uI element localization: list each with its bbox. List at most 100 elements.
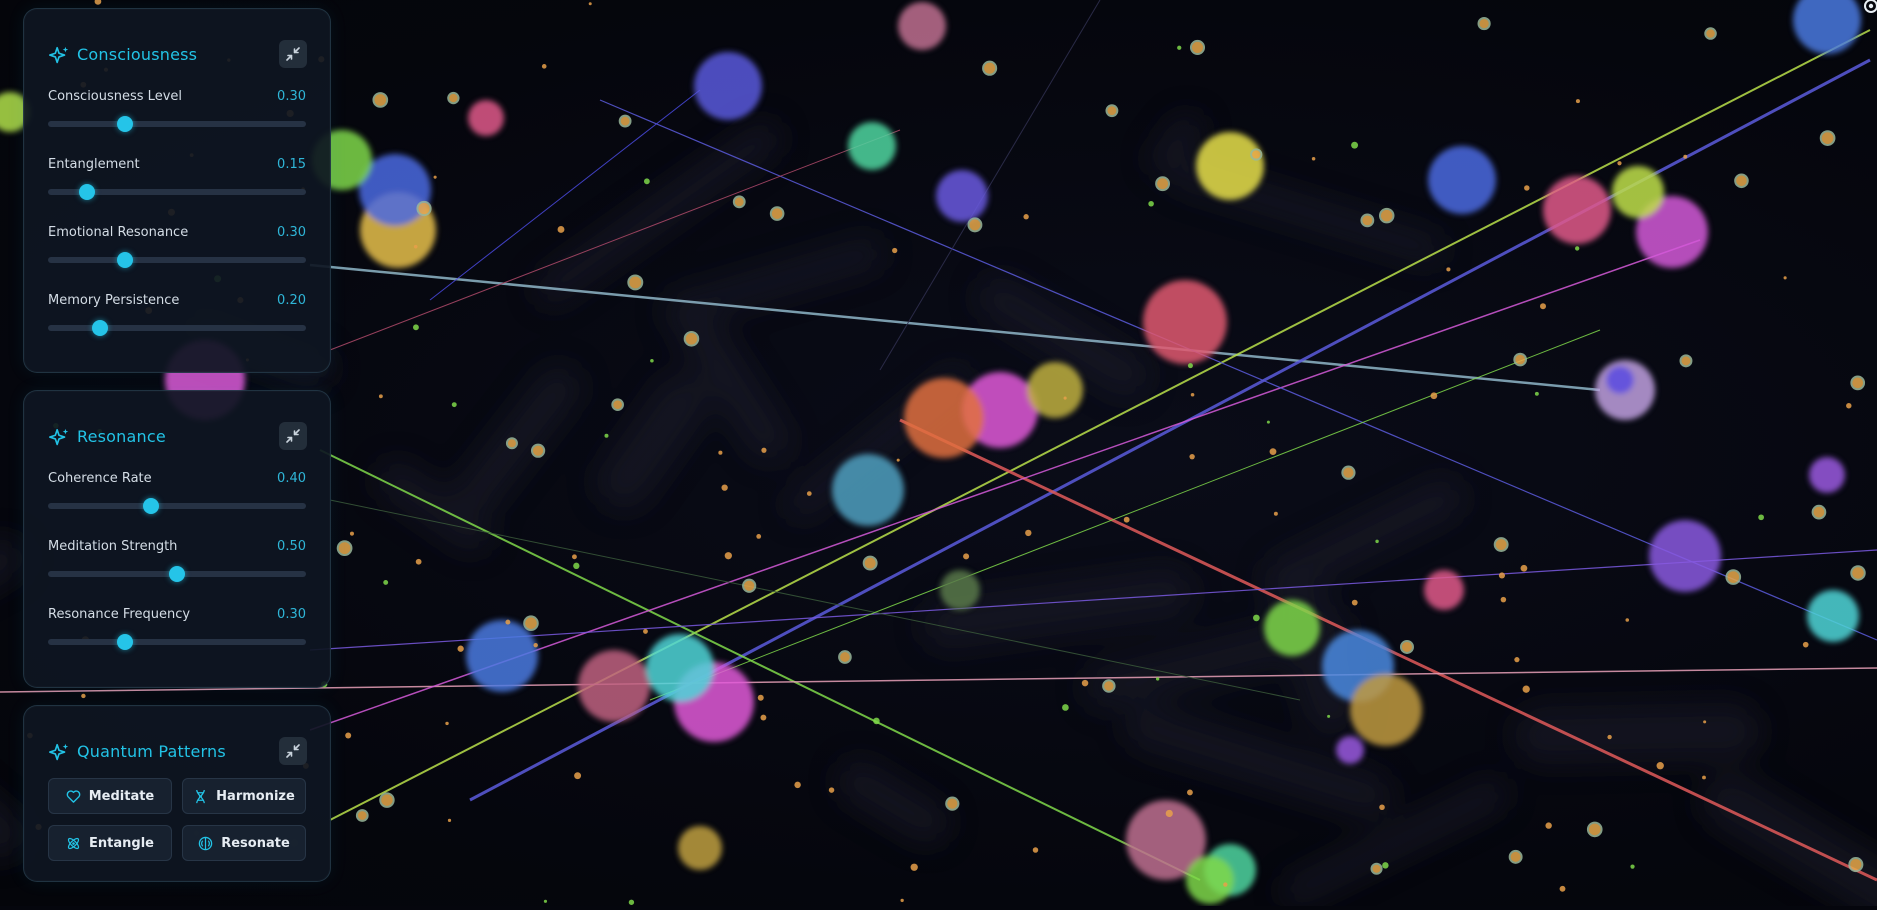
slider-label: Meditation Strength <box>48 539 177 554</box>
spark-particle <box>721 484 727 490</box>
spark-particle <box>1082 680 1088 686</box>
spark-particle <box>756 534 761 539</box>
energy-orb <box>678 826 722 870</box>
minimize-icon <box>286 744 300 758</box>
spark-particle <box>1062 704 1069 711</box>
slider-row: Resonance Frequency0.30 <box>48 601 306 669</box>
spark-particle <box>1177 46 1181 50</box>
spark-particle <box>911 864 918 871</box>
spark-particle <box>1166 810 1173 817</box>
particle-node <box>743 580 755 592</box>
particle-node <box>1735 174 1748 187</box>
slider-thumb[interactable] <box>117 634 133 650</box>
spark-particle <box>1274 512 1278 516</box>
spark-particle <box>963 553 969 559</box>
slider-label: Memory Persistence <box>48 293 179 308</box>
spark-particle <box>1148 201 1154 207</box>
energy-orb <box>1807 590 1859 642</box>
spark-particle <box>1124 517 1130 523</box>
sparkles-icon <box>48 45 70 67</box>
energy-orb <box>1264 600 1320 656</box>
slider-value: 0.20 <box>277 293 306 308</box>
spark-particle <box>452 402 457 407</box>
spark-particle <box>650 359 654 363</box>
particle-node <box>507 438 517 448</box>
spark-particle <box>1625 618 1629 622</box>
spark-particle <box>416 559 422 565</box>
slider-thumb[interactable] <box>117 252 133 268</box>
spark-particle <box>379 394 383 398</box>
spark-particle <box>1499 572 1505 578</box>
collapse-button[interactable] <box>279 40 307 68</box>
spark-particle <box>573 563 579 569</box>
smoke-trail <box>553 139 764 288</box>
spark-particle <box>1446 267 1450 271</box>
spark-particle <box>81 694 85 698</box>
spark-particle <box>1187 789 1193 795</box>
slider-thumb[interactable] <box>92 320 108 336</box>
slider-track[interactable] <box>48 189 306 195</box>
slider-value: 0.30 <box>277 607 306 622</box>
slider-thumb[interactable] <box>169 566 185 582</box>
slider-row: Coherence Rate0.40 <box>48 465 306 533</box>
energy-orb <box>466 620 538 692</box>
minimize-icon <box>286 429 300 443</box>
spark-particle <box>1352 600 1358 606</box>
slider-track[interactable] <box>48 571 306 577</box>
slider-track[interactable] <box>48 503 306 509</box>
spark-particle <box>900 899 903 902</box>
spark-particle <box>383 580 388 585</box>
spark-particle <box>1683 155 1687 159</box>
collapse-button[interactable] <box>279 737 307 765</box>
energy-orb <box>1196 132 1264 200</box>
spark-particle <box>505 620 510 625</box>
particle-node <box>524 616 538 630</box>
spark-particle <box>725 552 732 559</box>
entangle-button[interactable]: Entangle <box>48 825 172 861</box>
settings-button[interactable] <box>1855 0 1877 22</box>
slider-thumb[interactable] <box>79 184 95 200</box>
spark-particle <box>761 448 766 453</box>
particle-node <box>968 218 981 231</box>
button-label: Entangle <box>89 836 154 851</box>
resonate-button[interactable]: Resonate <box>182 825 306 861</box>
slider-track[interactable] <box>48 121 306 127</box>
spark-particle <box>1576 99 1580 103</box>
particle-node <box>685 332 699 346</box>
slider-row: Entanglement0.15 <box>48 151 306 219</box>
particle-node <box>1680 355 1691 366</box>
slider-label: Emotional Resonance <box>48 225 188 240</box>
button-label: Resonate <box>221 836 290 851</box>
slider-label: Coherence Rate <box>48 471 152 486</box>
particle-node <box>1106 105 1117 116</box>
slider-value: 0.15 <box>277 157 306 172</box>
energy-orb <box>904 378 984 458</box>
particle-node <box>734 196 745 207</box>
slider-thumb[interactable] <box>143 498 159 514</box>
particle-node <box>1479 18 1490 29</box>
energy-orb <box>1606 366 1634 394</box>
panel-title: Resonance <box>77 427 166 446</box>
slider-track[interactable] <box>48 257 306 263</box>
harmonize-button[interactable]: Harmonize <box>182 778 306 814</box>
energy-orb <box>1543 176 1611 244</box>
particle-node <box>628 275 642 289</box>
particle-node <box>983 62 996 75</box>
collapse-button[interactable] <box>279 422 307 450</box>
spark-particle <box>542 64 547 69</box>
slider-row: Meditation Strength0.50 <box>48 533 306 601</box>
meditate-button[interactable]: Meditate <box>48 778 172 814</box>
spark-particle <box>829 787 834 792</box>
slider-thumb[interactable] <box>117 116 133 132</box>
particle-node <box>1588 823 1602 837</box>
slider-value: 0.30 <box>277 89 306 104</box>
consciousness-panel-header: Consciousness <box>24 35 330 75</box>
spark-particle <box>1312 157 1316 161</box>
particle-node <box>1361 214 1373 226</box>
energy-orb <box>832 454 904 526</box>
spark-particle <box>1223 882 1227 886</box>
slider-track[interactable] <box>48 639 306 645</box>
slider-track[interactable] <box>48 325 306 331</box>
spark-particle <box>758 695 764 701</box>
button-label: Harmonize <box>216 789 295 804</box>
